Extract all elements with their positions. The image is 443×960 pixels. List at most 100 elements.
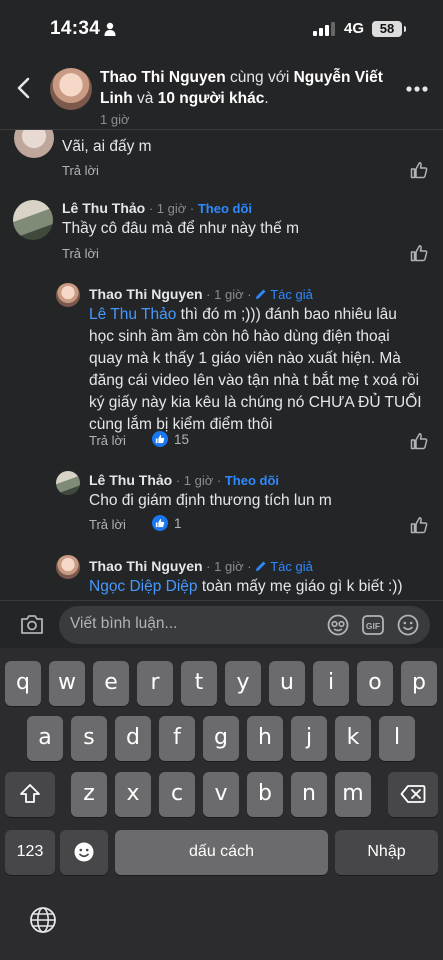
comment-line: quay mà k thấy 1 giáo viên nào xuất hiện… [89, 350, 401, 367]
like-reaction-icon [152, 431, 168, 447]
space-key[interactable]: dấu cách [115, 830, 328, 875]
separator: · [213, 473, 225, 488]
key-q[interactable]: q [5, 661, 41, 706]
more-icon[interactable] [406, 86, 428, 92]
key-b[interactable]: b [247, 772, 283, 817]
with-text: cùng với [225, 69, 294, 86]
reply-link[interactable]: Trả lời [89, 517, 126, 532]
post-time: 1 giờ [100, 112, 130, 127]
comment-text: Thầy cô đâu mà để như này thế m [62, 220, 299, 237]
backspace-icon [400, 785, 426, 803]
globe-icon[interactable] [29, 906, 57, 934]
key-w[interactable]: w [49, 661, 85, 706]
and-text: và [132, 90, 158, 107]
key-k[interactable]: k [335, 716, 371, 761]
key-x[interactable]: x [115, 772, 151, 817]
period: . [264, 90, 269, 107]
key-i[interactable]: i [313, 661, 349, 706]
separator: · [243, 287, 256, 302]
post-title[interactable]: Thao Thi Nguyen cùng với Nguyễn Viết Lin… [100, 67, 390, 130]
key-s[interactable]: s [71, 716, 107, 761]
comment-line: cùng lắm bị kiểm điểm thôi [89, 416, 273, 433]
key-n[interactable]: n [291, 772, 327, 817]
commenter-avatar[interactable] [56, 555, 80, 579]
key-f[interactable]: f [159, 716, 195, 761]
backspace-key[interactable] [388, 772, 438, 817]
reaction-summary[interactable]: 1 [152, 515, 182, 531]
separator: · [145, 201, 157, 216]
network-type: 4G [344, 20, 365, 37]
follow-button[interactable]: Theo dõi [225, 473, 279, 488]
emoji-key-icon [74, 842, 94, 862]
author-badge: Tác giả [270, 287, 313, 302]
key-l[interactable]: l [379, 716, 415, 761]
comment-thread: Vãi, ai đấy m Trả lời Lê Thu Thảo · 1 gi… [0, 130, 443, 600]
key-h[interactable]: h [247, 716, 283, 761]
key-t[interactable]: t [181, 661, 217, 706]
return-key[interactable]: Nhập [335, 830, 438, 875]
status-time: 14:34 [50, 18, 101, 39]
separator: · [202, 287, 215, 302]
key-m[interactable]: m [335, 772, 371, 817]
follow-button[interactable]: Theo dõi [198, 201, 252, 216]
comment-text: Vãi, ai đấy m [62, 138, 152, 155]
camera-icon[interactable] [20, 613, 44, 635]
commenter-name[interactable]: Thao Thi Nguyen [89, 558, 203, 574]
mention-link[interactable]: Ngọc Diệp Diệp [89, 578, 198, 595]
key-a[interactable]: a [27, 716, 63, 761]
battery-level: 58 [372, 21, 406, 37]
key-r[interactable]: r [137, 661, 173, 706]
key-e[interactable]: e [93, 661, 129, 706]
key-o[interactable]: o [357, 661, 393, 706]
emoji-key[interactable] [60, 830, 108, 875]
status-bar: 14:34 4G 58 [0, 0, 443, 58]
key-p[interactable]: p [401, 661, 437, 706]
commenter-avatar[interactable] [14, 130, 54, 158]
mention-link[interactable]: Lê Thu Thảo [89, 306, 176, 323]
reaction-count: 15 [174, 431, 190, 447]
commenter-name[interactable]: Lê Thu Thảo [62, 200, 145, 216]
key-c[interactable]: c [159, 772, 195, 817]
like-icon[interactable] [410, 432, 428, 450]
gif-icon[interactable]: GIF [361, 613, 385, 637]
back-chevron-icon[interactable] [14, 76, 36, 100]
sticker-icon[interactable] [326, 613, 350, 637]
reply-link[interactable]: Trả lời [62, 163, 99, 178]
like-icon[interactable] [410, 244, 428, 262]
comment-line: học sinh ầm ầm còn hô hào dùng điện thoạ… [89, 328, 390, 345]
comment-meta: Lê Thu Thảo · 1 giờ · Theo dõi [89, 472, 279, 490]
reaction-summary[interactable]: 15 [152, 431, 189, 447]
key-z[interactable]: z [71, 772, 107, 817]
shift-key[interactable] [5, 772, 55, 817]
key-g[interactable]: g [203, 716, 239, 761]
emoji-icon[interactable] [396, 613, 420, 637]
svg-text:GIF: GIF [366, 621, 380, 631]
comment-placeholder: Viết bình luận... [70, 615, 178, 632]
post-header: Thao Thi Nguyen cùng với Nguyễn Viết Lin… [0, 58, 443, 130]
key-u[interactable]: u [269, 661, 305, 706]
key-y[interactable]: y [225, 661, 261, 706]
reply-link[interactable]: Trả lời [62, 246, 99, 261]
author-pencil-icon [256, 289, 266, 299]
key-v[interactable]: v [203, 772, 239, 817]
commenter-name[interactable]: Thao Thi Nguyen [89, 286, 203, 302]
person-icon [104, 22, 116, 36]
like-icon[interactable] [410, 516, 428, 534]
reply-link[interactable]: Trả lời [89, 433, 126, 448]
author-pencil-icon [256, 561, 266, 571]
commenter-name[interactable]: Lê Thu Thảo [89, 472, 172, 488]
comment-text: Lê Thu Thảo thì đó m ;))) đánh bao nhiêu… [89, 304, 434, 436]
comment-line: đăng cái video lên vào tận nhà t bắt mẹ … [89, 372, 420, 389]
comment-time: 1 giờ [214, 559, 244, 574]
like-icon[interactable] [410, 161, 428, 179]
comment-composer: Viết bình luận... GIF [0, 600, 443, 648]
commenter-avatar[interactable] [56, 283, 80, 307]
commenter-avatar[interactable] [56, 471, 80, 495]
key-d[interactable]: d [115, 716, 151, 761]
numbers-key[interactable]: 123 [5, 830, 55, 875]
signal-icon [313, 22, 335, 36]
commenter-avatar[interactable] [13, 200, 53, 240]
author-badge: Tác giả [270, 559, 313, 574]
author-avatar[interactable] [50, 68, 92, 110]
key-j[interactable]: j [291, 716, 327, 761]
